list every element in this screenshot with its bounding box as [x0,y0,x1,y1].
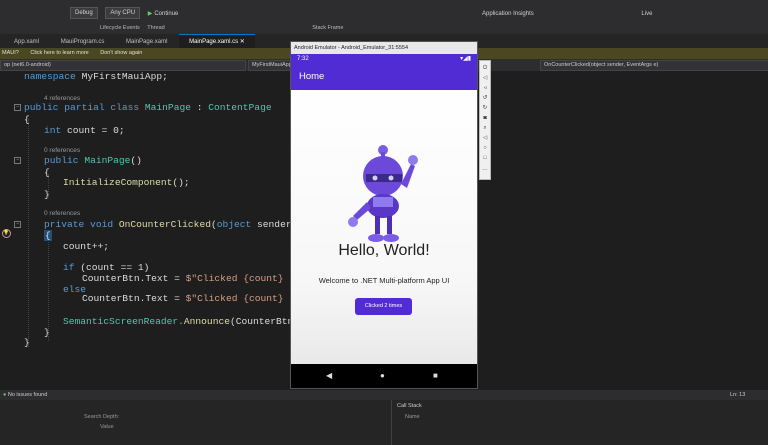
check-icon: ● [3,392,7,398]
indent-guide [28,119,29,347]
configuration-select[interactable]: Debug [70,7,98,20]
indent-guide [48,237,49,341]
android-emulator-window: Android Emulator - Android_Emulator_31:5… [290,41,478,389]
code-line: InitializeComponent(); [63,177,190,188]
rotate-left-icon[interactable]: ↺ [481,94,489,102]
home-icon[interactable]: ● [380,371,385,381]
more-icon[interactable]: ⋯ [481,166,489,174]
code-line: { [44,167,50,178]
volume-down-icon[interactable]: ◃ [481,84,489,92]
info-bar-text: MAUI? [2,50,19,56]
code-line: } [44,189,50,200]
collapse-toggle[interactable]: − [14,157,21,164]
live-share-button[interactable]: Live [641,6,652,22]
close-icon[interactable]: ✕ [240,39,245,45]
clock: 7:32 [297,56,309,62]
camera-icon[interactable]: ◙ [481,114,489,122]
code-line: public MainPage() [44,155,142,166]
code-line: CounterBtn.Text = $"Clicked {count} time… [82,273,324,284]
debug-panels: Search Depth: Value Call Stack Name [0,400,768,445]
emulator-controls: ⏻ ◁ ◃ ↺ ↻ ◙ ⌕ ◁ ○ □ ⋯ [479,60,491,180]
value-column-header: Value [100,424,114,430]
counter-button[interactable]: Clicked 2 times [355,298,412,315]
codelens-references[interactable]: 4 references [44,95,80,102]
code-line: { [24,114,30,125]
name-column-header: Name [405,414,420,420]
overview-icon[interactable]: ■ [433,371,438,381]
editor-status-strip: ● No issues found Ln: 13 [0,390,768,400]
code-line: public partial class MainPage : ContentP… [24,102,272,113]
power-icon[interactable]: ⏻ [481,64,489,72]
welcome-text: Welcome to .NET Multi-platform App UI [318,276,450,285]
code-line: } [24,337,30,348]
home-icon[interactable]: ○ [481,144,489,152]
project-dropdown[interactable]: op (net6.0-android) [0,60,246,71]
back-icon[interactable]: ◀ [326,371,332,381]
tab-app-xaml[interactable]: App.xaml [4,35,49,49]
back-icon[interactable]: ◁ [481,134,489,142]
code-line: } [44,327,50,338]
application-insights-button[interactable]: Application Insights [482,6,534,22]
play-icon: ▶ [147,11,153,17]
hello-heading: Hello, World! [338,242,430,259]
debug-toolbar: Lifecycle Events Thread Stack Frame [0,22,768,34]
codelens-references[interactable]: 0 references [44,210,80,217]
tab-mainpage-xaml-cs[interactable]: MainPage.xaml.cs ✕ [179,34,255,49]
code-line: int count = 0; [44,125,125,136]
code-line: if (count == 1) [63,262,150,273]
continue-label: Continue [154,11,179,17]
call-stack-title: Call Stack [397,403,422,409]
toolbar: Debug Any CPU ▶ Continue Application Insi… [0,6,768,22]
battery-wifi-icon: ▾◢▮ [460,56,471,62]
dotnet-bot-image [348,145,418,242]
tab-mainpage-xaml[interactable]: MainPage.xaml [116,35,177,49]
volume-up-icon[interactable]: ◁ [481,74,489,82]
tab-label: MainPage.xaml.cs [189,39,239,45]
dont-show-again-link[interactable]: Don't show again [100,50,142,56]
line-indicator: Ln: 13 [730,392,746,398]
tab-mauiprogram[interactable]: MauiProgram.cs [51,35,115,49]
issues-status[interactable]: No issues found [8,392,47,398]
collapse-toggle[interactable]: − [14,221,21,228]
zoom-icon[interactable]: ⌕ [481,124,489,132]
android-status-bar: 7:32 ▾◢▮ [291,54,477,64]
stack-frame-label: Stack Frame [312,25,344,31]
lifecycle-events-button[interactable]: Lifecycle Events [100,22,140,34]
thread-label: Thread [147,25,165,31]
member-dropdown[interactable]: OnCounterClicked(object sender, EventArg… [540,60,768,71]
app-title-bar: Home [291,64,477,90]
platform-select[interactable]: Any CPU [105,7,141,20]
rotate-right-icon[interactable]: ↻ [481,104,489,112]
android-navigation-bar: ◀ ● ■ [291,364,477,388]
panel-divider [391,400,392,445]
code-line: count++; [63,241,110,252]
app-content: Hello, World! Welcome to .NET Multi-plat… [291,90,477,364]
collapse-toggle[interactable]: − [14,104,21,111]
overview-icon[interactable]: □ [481,154,489,162]
code-line: namespace MyFirstMauiApp; [24,71,168,82]
learn-more-link[interactable]: Click here to learn more [30,50,88,56]
emulator-title-bar[interactable]: Android Emulator - Android_Emulator_31:5… [291,42,477,54]
class-dropdown[interactable]: MyFirstMauiApp [248,60,296,71]
lightbulb-icon[interactable]: 💡 [2,229,11,238]
code-line-highlight: { [44,230,52,241]
codelens-references[interactable]: 0 references [44,147,80,154]
search-depth-label: Search Depth: [84,414,120,420]
continue-button[interactable]: ▶ Continue [148,6,185,22]
